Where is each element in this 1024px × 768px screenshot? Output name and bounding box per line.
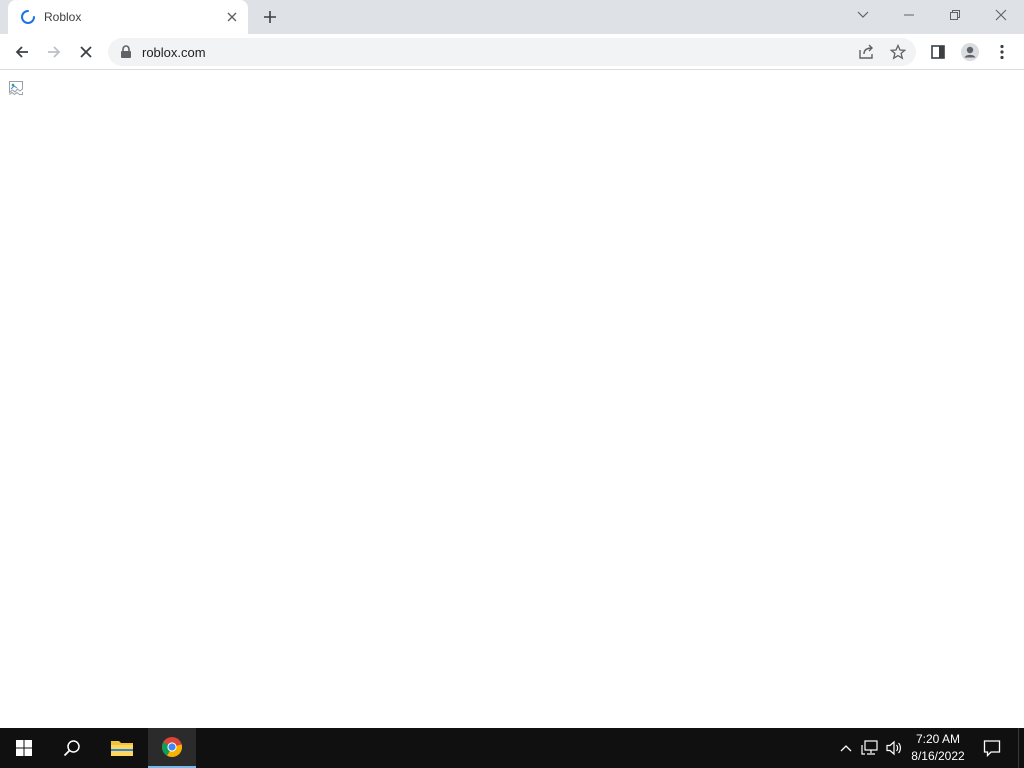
arrow-left-icon (15, 46, 28, 58)
chrome-icon (162, 737, 183, 758)
file-explorer-icon (111, 741, 133, 756)
windows-taskbar: 7:20 AM 8/16/2022 (0, 728, 1024, 768)
search-button[interactable] (48, 728, 96, 768)
show-desktop-button[interactable] (1018, 728, 1024, 768)
back-button[interactable] (8, 38, 36, 66)
chrome-menu-button[interactable] (988, 38, 1016, 66)
browser-toolbar: roblox.com (0, 34, 1024, 70)
kebab-menu-icon (1000, 44, 1004, 60)
stop-loading-button[interactable] (72, 38, 100, 66)
clock-date: 8/16/2022 (911, 749, 965, 763)
side-panel-icon (931, 45, 945, 59)
file-explorer-button[interactable] (98, 728, 146, 768)
chrome-taskbar-button[interactable] (148, 728, 196, 768)
chevron-down-icon (857, 11, 869, 18)
volume-icon[interactable] (884, 738, 904, 758)
new-tab-button[interactable] (260, 7, 280, 27)
page-content (0, 71, 1024, 728)
profile-button[interactable] (956, 38, 984, 66)
search-icon (63, 740, 80, 757)
minimize-icon (904, 14, 914, 16)
restore-icon (950, 10, 960, 20)
forward-button[interactable] (40, 38, 68, 66)
system-clock[interactable]: 7:20 AM 8/16/2022 (904, 731, 972, 765)
arrow-right-icon (48, 46, 61, 58)
windows-start-icon (16, 740, 32, 756)
lock-icon[interactable] (120, 45, 132, 59)
chevron-up-icon[interactable] (836, 738, 856, 758)
close-window-button[interactable] (978, 0, 1024, 30)
stop-x-icon (80, 46, 92, 58)
clock-time: 7:20 AM (915, 732, 961, 746)
notification-icon[interactable] (982, 738, 1002, 758)
close-icon (995, 9, 1007, 21)
tab-strip: Roblox (0, 0, 1024, 34)
tab-title: Roblox (44, 10, 82, 24)
restore-button[interactable] (932, 0, 978, 30)
start-button[interactable] (0, 728, 48, 768)
plus-icon (264, 11, 276, 23)
side-panel-button[interactable] (924, 38, 952, 66)
star-icon[interactable] (888, 42, 908, 62)
loading-spinner-icon (20, 9, 36, 25)
tab-close-icon[interactable] (224, 9, 240, 25)
profile-icon (961, 43, 979, 61)
share-icon[interactable] (856, 42, 876, 62)
tab-roblox[interactable]: Roblox (8, 0, 248, 34)
address-bar[interactable]: roblox.com (108, 38, 916, 66)
minimize-button[interactable] (886, 0, 932, 30)
url-text[interactable]: roblox.com (142, 45, 206, 60)
broken-image-icon (8, 80, 24, 96)
network-icon[interactable] (860, 738, 880, 758)
tab-search-button[interactable] (840, 0, 886, 30)
